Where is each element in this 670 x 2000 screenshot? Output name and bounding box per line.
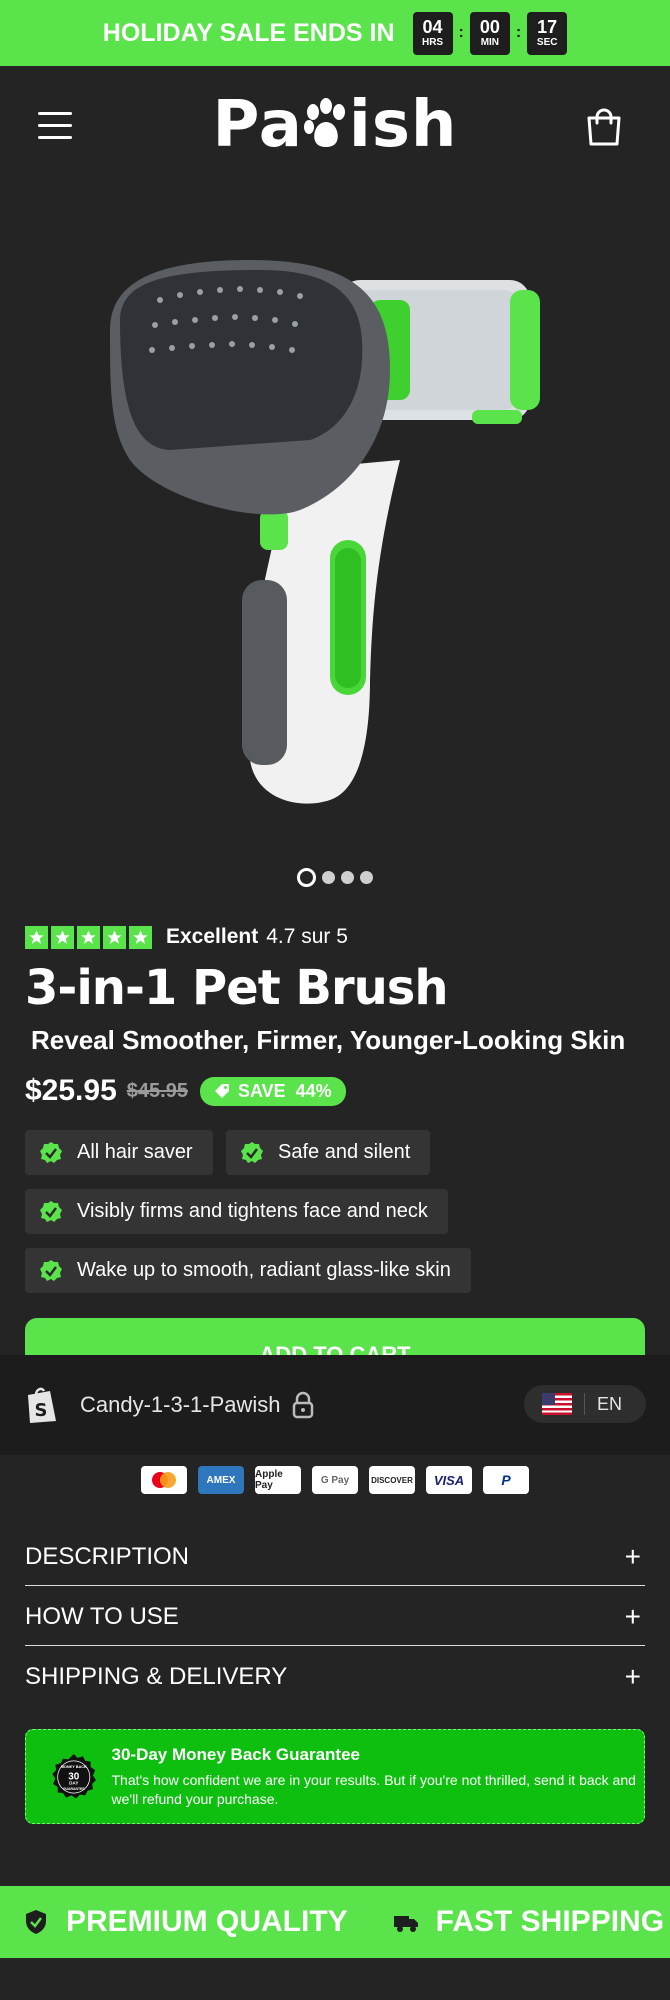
- price-row: $25.95 $45.95 SAVE 44%: [25, 1074, 346, 1108]
- gallery-dot-3[interactable]: [341, 871, 354, 884]
- svg-text:S: S: [35, 1400, 48, 1421]
- feature-chip: All hair saver: [25, 1130, 213, 1175]
- brand-logo[interactable]: Pa ish: [0, 88, 670, 162]
- product-image[interactable]: [100, 240, 580, 820]
- check-circle-icon: [241, 1141, 263, 1163]
- promo-bar: HOLIDAY SALE ENDS IN 04 HRS : 00 MIN : 1…: [0, 0, 670, 66]
- plus-icon: +: [624, 1600, 641, 1632]
- accordion-description[interactable]: DESCRIPTION +: [25, 1528, 645, 1586]
- check-circle-icon: [40, 1141, 62, 1163]
- plus-icon: +: [624, 1540, 641, 1572]
- gallery-pagination: [0, 868, 670, 887]
- marquee-item: FAST SHIPPING: [392, 1905, 664, 1939]
- google-pay-icon: G Pay: [312, 1466, 358, 1494]
- product-subtitle: Reveal Smoother, Firmer, Younger-Looking…: [31, 1025, 626, 1055]
- discover-icon: DISCOVER: [369, 1466, 415, 1494]
- guarantee-seal-icon: MONEY BACK 30 DAY GUARANTEE: [52, 1753, 96, 1798]
- feature-chip: Wake up to smooth, radiant glass-like sk…: [25, 1248, 471, 1293]
- timer-hours: 04 HRS: [412, 11, 453, 55]
- star-icon: [129, 925, 152, 949]
- guarantee-title: 30-Day Money Back Guarantee: [111, 1744, 361, 1764]
- shopify-bag-icon: S: [28, 1387, 56, 1423]
- shop-name: Candy-1-3-1-Pawish: [80, 1392, 281, 1417]
- check-circle-icon: [40, 1200, 62, 1222]
- timer-seconds: 17 SEC: [527, 11, 568, 55]
- language-selector[interactable]: EN: [524, 1385, 646, 1423]
- star-icon: [103, 925, 126, 949]
- accordion-how-to-use[interactable]: HOW TO USE +: [25, 1588, 645, 1646]
- sale-price: $25.95: [25, 1074, 117, 1107]
- svg-text:MONEY BACK: MONEY BACK: [61, 1764, 87, 1768]
- product-title: 3-in-1 Pet Brush: [25, 960, 449, 1016]
- timer-separator: :: [458, 24, 464, 41]
- feature-marquee: PREMIUM QUALITY FAST SHIPPING: [0, 1886, 670, 1958]
- guarantee-body: That's how confident we are in your resu…: [111, 1771, 636, 1807]
- feature-chip: Visibly firms and tightens face and neck: [25, 1189, 448, 1234]
- star-icon: [25, 925, 48, 949]
- timer-separator: :: [515, 24, 522, 41]
- check-circle-icon: [40, 1259, 62, 1281]
- language-code: EN: [597, 1393, 623, 1414]
- shield-check-icon: [26, 1910, 46, 1934]
- mastercard-icon: [141, 1466, 187, 1494]
- accordion-shipping[interactable]: SHIPPING & DELIVERY +: [25, 1648, 645, 1706]
- apple-pay-icon: Apple Pay: [255, 1466, 301, 1494]
- promo-text: HOLIDAY SALE ENDS IN: [102, 18, 395, 47]
- rating-label: Excellent: [166, 925, 259, 948]
- compare-price: $45.95: [126, 1079, 188, 1102]
- shop-preview-bar: S Candy-1-3-1-Pawish EN: [0, 1355, 670, 1455]
- amex-icon: AMEX: [198, 1466, 244, 1494]
- svg-text:GUARANTEE: GUARANTEE: [63, 1787, 85, 1791]
- visa-icon: VISA: [426, 1466, 472, 1494]
- marquee-item: PREMIUM QUALITY: [22, 1905, 348, 1939]
- paypal-icon: P: [483, 1466, 529, 1494]
- star-icon: [77, 925, 100, 949]
- gallery-dot-4[interactable]: [360, 871, 373, 884]
- money-back-guarantee: MONEY BACK 30 DAY GUARANTEE 30-Day Money…: [25, 1729, 645, 1824]
- us-flag-icon: [542, 1393, 572, 1415]
- cart-icon[interactable]: [584, 106, 624, 148]
- svg-text:DAY: DAY: [69, 1780, 78, 1785]
- star-icon: [51, 925, 74, 949]
- save-badge: SAVE 44%: [199, 1076, 346, 1106]
- timer-minutes: 00 MIN: [469, 11, 510, 55]
- truck-icon: [393, 1916, 418, 1932]
- star-rating: [25, 925, 152, 949]
- gallery-dot-2[interactable]: [322, 871, 335, 884]
- lock-icon: [292, 1391, 313, 1419]
- payment-methods: AMEX Apple Pay G Pay DISCOVER VISA P: [0, 1466, 670, 1494]
- feature-chip: Safe and silent: [226, 1130, 431, 1175]
- rating-row: Excellent 4.7 sur 5: [25, 925, 348, 949]
- site-header: Pa ish: [0, 66, 670, 190]
- rating-score: 4.7 sur 5: [266, 925, 348, 948]
- plus-icon: +: [624, 1661, 641, 1692]
- paw-icon: [303, 98, 345, 147]
- gallery-dot-1[interactable]: [297, 868, 316, 887]
- tag-icon: [214, 1084, 229, 1098]
